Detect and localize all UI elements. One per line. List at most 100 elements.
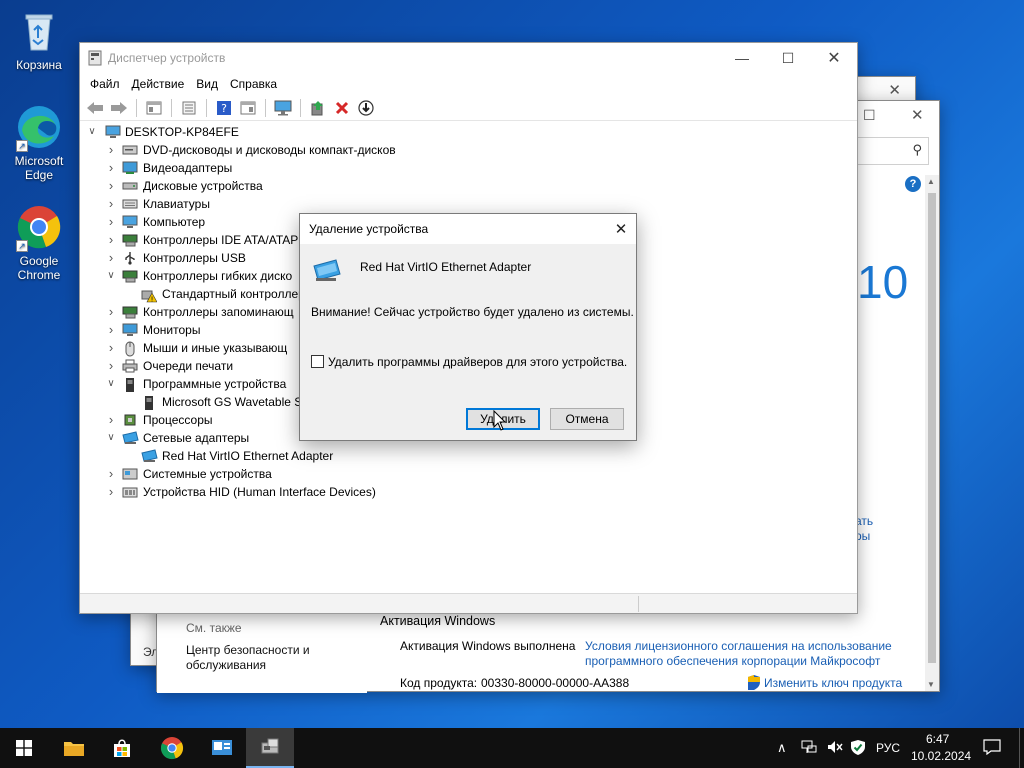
maximize-button[interactable]: ☐ [765,43,811,73]
taskbar-chrome[interactable] [148,728,196,768]
clock-date[interactable]: 10.02.2024 [911,749,971,763]
dialog-title: Удаление устройства [309,222,429,236]
status-bar [80,593,857,613]
close-button[interactable]: ✕ [811,43,857,73]
help-button[interactable]: ? [213,97,235,119]
expand-arrow-icon[interactable]: › [105,357,117,375]
tree-device[interactable]: Red Hat VirtIO Ethernet Adapter [80,447,857,465]
delete-drivers-checkbox[interactable] [311,355,324,368]
minimize-button[interactable]: — [719,43,765,73]
clock-time[interactable]: 6:47 [926,732,949,746]
menu-file[interactable]: Файл [84,77,126,91]
expand-arrow-icon[interactable]: › [105,231,117,249]
menu-action[interactable]: Действие [126,77,191,91]
expand-arrow-icon[interactable]: › [105,195,117,213]
dialog-title-bar[interactable]: Удаление устройства ✕ [300,214,636,244]
arrow-left-icon [87,101,103,114]
store-icon [114,739,130,757]
taskbar-device-manager[interactable] [246,728,294,768]
collapse-arrow-icon[interactable]: ∨ [86,123,98,141]
close-icon[interactable]: ✕ [888,81,901,99]
search-box[interactable]: ⚲ [857,137,929,165]
expand-arrow-icon[interactable]: › [105,141,117,159]
expand-arrow-icon[interactable]: › [105,483,117,501]
forward-button[interactable] [108,97,130,119]
tree-item-label: Компьютер [143,215,206,229]
close-icon[interactable]: ✕ [911,106,924,124]
menu-view[interactable]: Вид [190,77,224,91]
notifications-icon[interactable] [983,739,1001,758]
start-button[interactable] [0,728,48,768]
taskbar-system-info[interactable] [198,728,246,768]
desktop-icon-edge[interactable]: ↗ Microsoft Edge [4,104,74,182]
desktop-icon-chrome[interactable]: ↗ Google Chrome [4,204,74,282]
expand-arrow-icon[interactable]: › [105,465,117,483]
uninstall-device-button[interactable] [331,97,353,119]
update-driver-button[interactable] [307,97,329,119]
network-icon[interactable] [800,739,818,758]
taskbar-store[interactable] [98,728,146,768]
expand-arrow-icon[interactable]: › [105,213,117,231]
ide-controller-icon [122,233,138,247]
scrollbar[interactable]: ▲ ▼ [925,175,939,691]
expand-arrow-icon[interactable]: › [105,321,117,339]
view-icon [240,101,256,114]
expand-arrow-icon[interactable]: › [105,411,117,429]
see-also-label: См. также [186,621,242,635]
recycle-bin-icon [16,8,62,54]
help-icon[interactable]: ? [905,176,921,192]
tree-category[interactable]: › Видеоадаптеры [80,159,857,177]
security-center-link[interactable]: Центр безопасности и обслуживания [186,643,336,673]
update-driver-icon [311,100,323,115]
tree-category[interactable]: › DVD-дисководы и дисководы компакт-диско… [80,141,857,159]
view-button[interactable] [237,97,259,119]
tree-item-label: DVD-дисководы и дисководы компакт-дисков [143,143,396,157]
window-title: Диспетчер устройств [108,51,226,65]
desktop-icon-label: Google Chrome [17,254,61,282]
tray-expand-icon[interactable]: ∧ [777,740,787,756]
maximize-icon[interactable]: ☐ [863,107,876,124]
expand-arrow-icon[interactable]: › [105,159,117,177]
tree-item-label: Сетевые адаптеры [143,431,250,445]
tree-category[interactable]: › Устройства HID (Human Interface Devices… [80,483,857,501]
taskbar-file-explorer[interactable] [50,728,98,768]
cancel-button[interactable]: Отмена [550,408,624,430]
enable-device-button[interactable] [355,97,377,119]
language-indicator[interactable]: РУС [876,741,900,755]
collapse-arrow-icon[interactable]: ∨ [105,267,117,285]
defender-shield-icon[interactable] [850,739,866,759]
search-icon: ⚲ [912,142,922,157]
expand-arrow-icon[interactable]: › [105,177,117,195]
tree-item-label: Очереди печати [143,359,234,373]
tree-category[interactable]: › Клавиатуры [80,195,857,213]
uninstall-device-dialog[interactable]: Удаление устройства ✕ Red Hat VirtIO Eth… [299,213,637,441]
show-hide-tree-button[interactable] [143,97,165,119]
collapse-arrow-icon[interactable]: ∨ [105,375,117,393]
menu-help[interactable]: Справка [224,77,283,91]
back-button[interactable] [84,97,106,119]
delete-drivers-label[interactable]: Удалить программы драйверов для этого ус… [328,355,627,369]
volume-muted-icon[interactable] [826,739,844,758]
software-device-icon [122,377,138,392]
expand-arrow-icon[interactable]: › [105,339,117,357]
collapse-arrow-icon[interactable]: ∨ [105,429,117,447]
dialog-close-button[interactable]: ✕ [606,220,636,238]
svg-text:?: ? [221,102,227,115]
license-terms-link[interactable]: Условия лицензионного соглашения на испо… [585,639,905,669]
tree-root[interactable]: ∨ DESKTOP-KP84EFE [80,123,857,141]
scan-hardware-button[interactable] [272,97,294,119]
title-bar[interactable]: Диспетчер устройств — ☐ ✕ [80,43,857,73]
system-info-icon [212,740,232,755]
change-product-key-link[interactable]: Изменить ключ продукта [747,675,902,690]
display-adapter-icon [122,161,138,175]
help-icon: ? [217,100,231,115]
tree-item-label: Программные устройства [143,377,287,391]
folder-icon [64,742,84,756]
tree-category[interactable]: › Системные устройства [80,465,857,483]
expand-arrow-icon[interactable]: › [105,249,117,267]
expand-arrow-icon[interactable]: › [105,303,117,321]
tree-category[interactable]: › Дисковые устройства [80,177,857,195]
properties-button[interactable] [178,97,200,119]
download-circle-icon [358,99,374,116]
desktop-icon-recycle-bin[interactable]: Корзина [4,8,74,72]
